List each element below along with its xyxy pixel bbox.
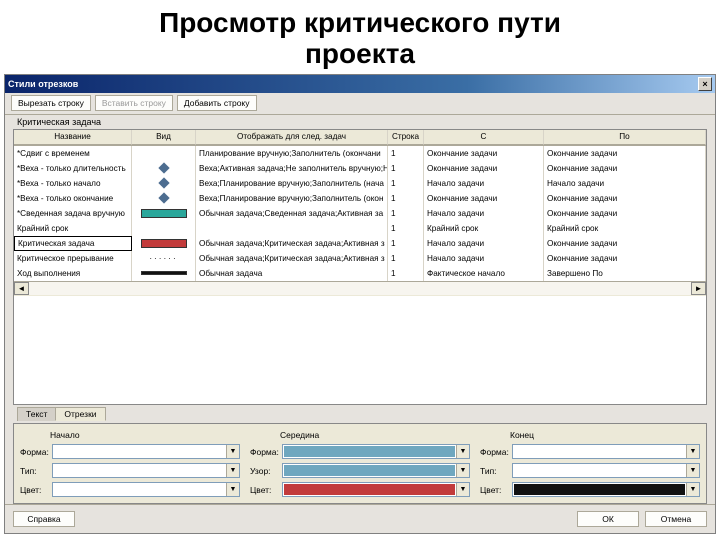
start-tip-combo[interactable]: ▼ (52, 463, 240, 478)
section-label: Критическая задача (9, 115, 711, 129)
table-row[interactable]: Критическая задачаОбычная задача;Критиче… (14, 236, 706, 251)
grid-header: Название Вид Отображать для след. задач … (14, 130, 706, 146)
footer: Справка ОК Отмена (5, 504, 715, 533)
table-row[interactable]: Крайний срок1Крайний срокКрайний срок (14, 221, 706, 236)
chevron-down-icon: ▼ (456, 464, 469, 477)
table-row[interactable]: Ход выполненияОбычная задача1Фактическое… (14, 266, 706, 281)
group-end: Конец Форма: ▼ Тип: ▼ Цвет: ▼ (480, 430, 700, 497)
chevron-down-icon: ▼ (456, 483, 469, 496)
grid-body: *Сдвиг с временемПланирование вручную;За… (14, 146, 706, 281)
col-row[interactable]: Строка (388, 130, 424, 145)
table-row[interactable]: *Веха - только длительностьВеха;Активная… (14, 161, 706, 176)
app-window: Стили отрезков × Вырезать строку Вставит… (4, 74, 716, 534)
scroll-right-icon[interactable]: ► (691, 282, 706, 295)
help-button[interactable]: Справка (13, 511, 75, 527)
start-cvet-combo[interactable]: ▼ (52, 482, 240, 497)
group-start: Начало Форма: ▼ Тип: ▼ Цвет: ▼ (20, 430, 240, 497)
mid-forma-combo[interactable]: ▼ (282, 444, 470, 459)
col-vid[interactable]: Вид (132, 130, 196, 145)
tab-bars[interactable]: Отрезки (55, 407, 105, 421)
end-tip-combo[interactable]: ▼ (512, 463, 700, 478)
window-title: Стили отрезков (8, 79, 78, 89)
cancel-button[interactable]: Отмена (645, 511, 707, 527)
start-forma-combo[interactable]: ▼ (52, 444, 240, 459)
chevron-down-icon: ▼ (686, 483, 699, 496)
add-row-button[interactable]: Добавить строку (177, 95, 257, 111)
table-row[interactable]: *Сведенная задача вручнуюОбычная задача;… (14, 206, 706, 221)
toolbar: Вырезать строку Вставить строку Добавить… (5, 93, 715, 115)
cut-row-button[interactable]: Вырезать строку (11, 95, 91, 111)
lower-tabs: Текст Отрезки (9, 405, 711, 423)
table-row[interactable]: Критическое прерывание······Обычная зада… (14, 251, 706, 266)
label-end: Конец (480, 430, 700, 440)
chevron-down-icon: ▼ (226, 445, 239, 458)
mid-uzor-combo[interactable]: ▼ (282, 463, 470, 478)
chevron-down-icon: ▼ (226, 483, 239, 496)
close-icon[interactable]: × (698, 77, 712, 91)
chevron-down-icon: ▼ (686, 445, 699, 458)
chevron-down-icon: ▼ (686, 464, 699, 477)
ok-button[interactable]: ОК (577, 511, 639, 527)
col-s[interactable]: С (424, 130, 544, 145)
table-row[interactable]: *Веха - только окончаниеВеха;Планировани… (14, 191, 706, 206)
mid-cvet-combo[interactable]: ▼ (282, 482, 470, 497)
group-middle: Середина Форма: ▼ Узор: ▼ Цвет: ▼ (250, 430, 470, 497)
styles-grid: Название Вид Отображать для след. задач … (13, 129, 707, 405)
bar-style-panel: Начало Форма: ▼ Тип: ▼ Цвет: ▼ Середина … (13, 423, 707, 504)
hscrollbar[interactable]: ◄ ► (14, 281, 706, 296)
col-name[interactable]: Название (14, 130, 132, 145)
scroll-left-icon[interactable]: ◄ (14, 282, 29, 295)
table-row[interactable]: *Сдвиг с временемПланирование вручную;За… (14, 146, 706, 161)
col-show[interactable]: Отображать для след. задач (196, 130, 388, 145)
tab-text[interactable]: Текст (17, 407, 56, 421)
label-middle: Середина (250, 430, 470, 440)
slide-title: Просмотр критического путипроекта (0, 0, 720, 74)
label-start: Начало (20, 430, 240, 440)
titlebar: Стили отрезков × (5, 75, 715, 93)
end-forma-combo[interactable]: ▼ (512, 444, 700, 459)
table-row[interactable]: *Веха - только началоВеха;Планирование в… (14, 176, 706, 191)
paste-row-button[interactable]: Вставить строку (95, 95, 173, 111)
col-po[interactable]: По (544, 130, 706, 145)
chevron-down-icon: ▼ (456, 445, 469, 458)
chevron-down-icon: ▼ (226, 464, 239, 477)
end-cvet-combo[interactable]: ▼ (512, 482, 700, 497)
